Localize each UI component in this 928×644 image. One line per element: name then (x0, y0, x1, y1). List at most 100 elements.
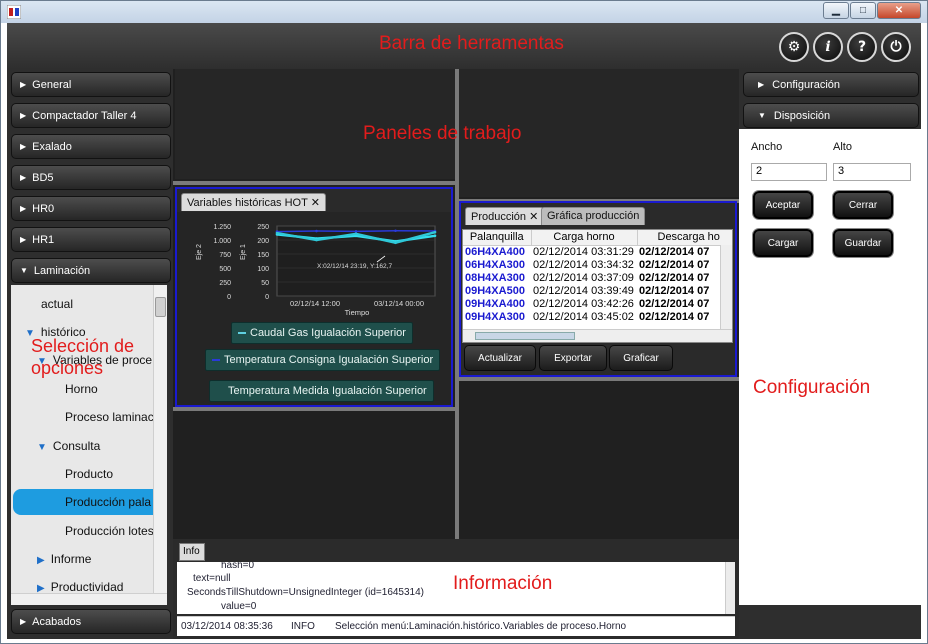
menu-item-label: Laminación (33, 264, 91, 277)
pane-divider[interactable] (459, 377, 739, 381)
tree-item-label: Consulta (52, 439, 101, 453)
hot-chart: 1.2501.0007505002500250200150100500Eje 2… (196, 224, 437, 317)
minimize-button[interactable]: ▁ (823, 2, 849, 19)
tree-vertical-scrollbar[interactable] (153, 285, 167, 593)
tree-item-produccion-palanquillas[interactable]: Producción pala (65, 495, 151, 509)
log-line: hash=0 (221, 562, 255, 571)
guardar-button[interactable]: Guardar (833, 229, 893, 257)
legend-caudal-gas[interactable]: Caudal Gas Igualación Superior (231, 322, 413, 344)
x-tick-label: 03/12/14 00:00 (374, 299, 424, 308)
close-window-button[interactable]: ✕ (877, 2, 921, 19)
menu-item-bd5[interactable]: ▶ BD5 (11, 165, 171, 190)
info-icon[interactable]: i (813, 32, 843, 62)
table-row[interactable]: 09H4XA500 02/12/2014 03:39:49 02/12/2014 0… (463, 284, 732, 298)
aceptar-button[interactable]: Aceptar (753, 191, 813, 219)
table-cell: 02/12/2014 03:42:26 (533, 297, 634, 310)
options-tree: actual ▼ histórico ▼ Variables de proce Ho… (11, 285, 167, 605)
menu-item-hr1[interactable]: ▶ HR1 (11, 227, 171, 252)
data-point (354, 232, 358, 236)
tree-item-label: Productividad (50, 580, 124, 594)
application-window: ▁ □ ✕ ⚙ i ? ⏻ ▶ General ▶ Compactador Tall… (0, 0, 928, 644)
table-cell: 06H4XA400 (465, 245, 525, 258)
tree-item-proceso[interactable]: Proceso laminac (65, 410, 154, 424)
table-cell: 02/12/2014 03:31:29 (533, 245, 634, 258)
tree-item-actual[interactable]: actual (41, 297, 73, 311)
height-label: Alto (833, 141, 852, 153)
tree-item-horno[interactable]: Horno (65, 382, 98, 396)
table-horizontal-scrollbar[interactable] (463, 329, 732, 342)
pane-divider[interactable] (173, 407, 455, 411)
gear-icon[interactable]: ⚙ (779, 32, 809, 62)
close-icon[interactable]: ✕ (311, 197, 320, 209)
pane-divider[interactable] (173, 181, 455, 185)
y-tick-label: 100 (257, 266, 269, 273)
tree-item-producto[interactable]: Producto (65, 467, 113, 481)
table-cell: 02/12/2014 07 (639, 297, 710, 310)
log-line: text=null (193, 573, 231, 584)
overlay-line: Selección de (31, 336, 135, 356)
tree-horizontal-scrollbar[interactable] (11, 593, 167, 605)
table-cell: 08H4XA300 (465, 271, 525, 284)
tree-item-produccion-lotes[interactable]: Producción lotes (65, 524, 154, 538)
menu-item-general[interactable]: ▶ General (11, 72, 171, 97)
graficar-button[interactable]: Graficar (609, 345, 673, 371)
table-cell: 02/12/2014 03:37:09 (533, 271, 634, 284)
config-footer-bg (739, 605, 921, 639)
legend-temp-consigna[interactable]: Temperatura Consigna Igualación Superior (205, 349, 441, 371)
menu-item-exalado[interactable]: ▶ Exalado (11, 134, 171, 159)
column-header[interactable]: Carga horno (531, 230, 638, 246)
cerrar-button[interactable]: Cerrar (833, 191, 893, 219)
height-field[interactable]: 3 (833, 163, 911, 181)
menu-item-laminacion[interactable]: ▼ Laminación (11, 258, 171, 283)
power-icon[interactable]: ⏻ (881, 32, 911, 62)
table-cell: 02/12/2014 03:34:32 (533, 258, 634, 271)
column-header[interactable]: Palanquilla (463, 230, 532, 246)
status-level: INFO (291, 621, 315, 632)
actualizar-button[interactable]: Actualizar (464, 345, 536, 371)
tree-item-productividad[interactable]: ▶ Productividad (37, 580, 123, 594)
status-timestamp: 03/12/2014 08:35:36 (181, 621, 273, 632)
tab-variables-historicas[interactable]: Variables históricas HOT ✕ (181, 193, 326, 211)
legend-swatch (238, 332, 246, 334)
help-icon[interactable]: ? (847, 32, 877, 62)
menu-item-label: BD5 (32, 171, 54, 184)
scroll-thumb[interactable] (155, 297, 166, 317)
width-field[interactable]: 2 (751, 163, 827, 181)
triangle-down-icon: ▼ (37, 442, 47, 453)
table-row[interactable]: 06H4XA400 02/12/2014 03:31:29 02/12/2014 0… (463, 245, 732, 259)
menu-item-compactador[interactable]: ▶ Compactador Taller 4 (11, 103, 171, 128)
triangle-right-icon: ▶ (20, 204, 27, 213)
cargar-button[interactable]: Cargar (753, 229, 813, 257)
production-table: Palanquilla Carga horno Descarga ho 06H4… (463, 230, 732, 324)
section-disposicion[interactable]: ▼ Disposición (743, 103, 919, 128)
scroll-thumb[interactable] (475, 332, 575, 340)
table-cell: 02/12/2014 07 (639, 258, 710, 271)
tab-info[interactable]: Info (179, 543, 205, 561)
table-cell: 09H4XA500 (465, 284, 525, 297)
configuration-panel: ▶ Configuración ▼ Disposición Ancho Alto 2… (739, 69, 921, 639)
data-point (394, 229, 397, 233)
menu-item-label: General (32, 78, 72, 91)
maximize-button[interactable]: □ (850, 2, 876, 19)
section-configuracion[interactable]: ▶ Configuración (743, 72, 919, 97)
tab-grafica-produccion[interactable]: Gráfica producción (541, 207, 646, 225)
table-vertical-scrollbar[interactable] (720, 245, 732, 329)
menu-item-hr0[interactable]: ▶ HR0 (11, 196, 171, 221)
y-tick-label: 500 (219, 266, 231, 273)
legend-label: Temperatura Medida Igualación Superior (228, 385, 427, 397)
table-row[interactable]: 08H4XA300 02/12/2014 03:37:09 02/12/2014 0… (463, 271, 732, 285)
menu-item-acabados[interactable]: ▶ Acabados (11, 609, 171, 634)
tree-item-informe[interactable]: ▶ Informe (37, 552, 91, 566)
column-header[interactable]: Descarga ho (637, 230, 732, 246)
table-row[interactable]: 09H4XA400 02/12/2014 03:42:26 02/12/2014 0… (463, 297, 732, 311)
data-point (315, 238, 318, 242)
info-scrollbar[interactable] (725, 562, 735, 614)
table-row[interactable]: 06H4XA300 02/12/2014 03:34:32 02/12/2014 0… (463, 258, 732, 272)
table-row[interactable]: 09H4XA300 02/12/2014 03:45:02 02/12/2014 0… (463, 311, 732, 324)
legend-temp-medida[interactable]: Temperatura Medida Igualación Superior (209, 380, 434, 402)
tree-item-consulta[interactable]: ▼ Consulta (37, 439, 100, 453)
close-icon[interactable]: ✕ (529, 211, 538, 223)
y-axis-label: Eje 2 (196, 244, 203, 260)
tab-produccion[interactable]: Producción ✕ (465, 207, 545, 225)
exportar-button[interactable]: Exportar (539, 345, 607, 371)
